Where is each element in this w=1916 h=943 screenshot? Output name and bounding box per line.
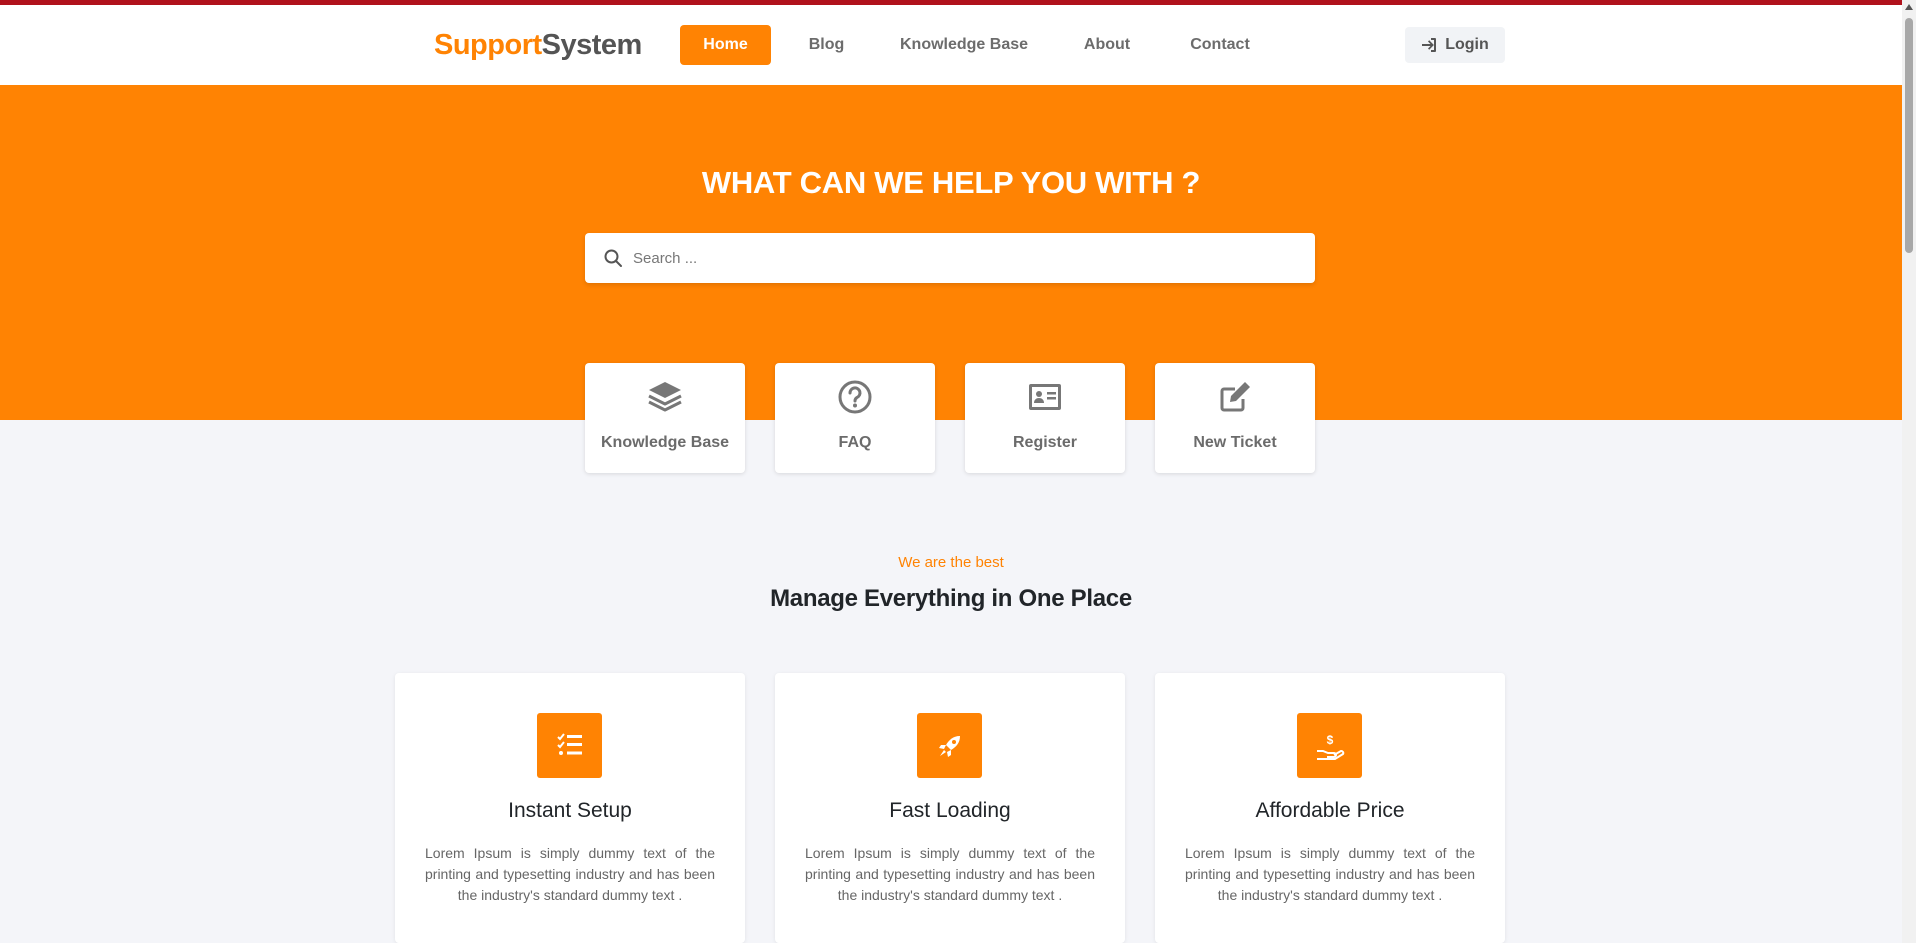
brand-logo-part1: Support: [434, 29, 542, 61]
svg-text:$: $: [1326, 733, 1333, 747]
nav-blog[interactable]: Blog: [800, 25, 853, 65]
feature-title: Instant Setup: [508, 799, 632, 822]
brand-logo[interactable]: SupportSystem: [434, 29, 642, 62]
feature-description: Lorem Ipsum is simply dummy text of the …: [805, 845, 1095, 903]
hero-section: WHAT CAN WE HELP YOU WITH ?: [0, 85, 1902, 420]
checklist-icon: [556, 732, 582, 755]
search-input[interactable]: [633, 233, 1293, 283]
feature-icon-box: $: [1297, 713, 1362, 778]
page-scrollbar[interactable]: [1902, 0, 1916, 943]
feature-title: Affordable Price: [1255, 799, 1405, 822]
quick-link-label: FAQ: [838, 434, 872, 451]
feature-icon-box: [917, 713, 982, 778]
nav-knowledge-base[interactable]: Knowledge Base: [898, 25, 1030, 65]
quick-link-label: Register: [1012, 434, 1078, 451]
feature-card-affordable-price: $ Affordable Price Lorem Ipsum is simply…: [1155, 673, 1505, 943]
search-box: [585, 233, 1315, 283]
nav-about[interactable]: About: [1078, 25, 1136, 65]
nav-contact[interactable]: Contact: [1186, 25, 1254, 65]
hero-title: WHAT CAN WE HELP YOU WITH ?: [701, 165, 1201, 200]
feature-card-instant-setup: Instant Setup Lorem Ipsum is simply dumm…: [395, 673, 745, 943]
section-title: Manage Everything in One Place: [770, 585, 1132, 612]
search-icon: [604, 249, 622, 267]
scrollbar-thumb[interactable]: [1905, 18, 1913, 253]
id-card-icon: [1029, 384, 1061, 410]
question-circle-icon: [838, 380, 872, 414]
feature-icon-box: [537, 713, 602, 778]
navbar: SupportSystem Home Blog Knowledge Base A…: [0, 5, 1902, 85]
feature-description: Lorem Ipsum is simply dummy text of the …: [1185, 845, 1475, 903]
nav-home[interactable]: Home: [680, 25, 771, 65]
quick-link-new-ticket[interactable]: New Ticket: [1155, 363, 1315, 473]
rocket-icon: [938, 735, 960, 757]
feature-title: Fast Loading: [889, 799, 1011, 822]
layers-icon: [648, 382, 682, 412]
quick-link-label: New Ticket: [1193, 434, 1277, 451]
quick-link-knowledge-base[interactable]: Knowledge Base: [585, 363, 745, 473]
edit-icon: [1220, 382, 1250, 412]
quick-link-faq[interactable]: FAQ: [775, 363, 935, 473]
quick-link-label: Knowledge Base: [600, 434, 730, 451]
hand-dollar-icon: $: [1316, 733, 1344, 760]
scroll-up-icon[interactable]: [1905, 4, 1913, 10]
sign-in-icon: [1422, 38, 1437, 52]
quick-link-register[interactable]: Register: [965, 363, 1125, 473]
login-button[interactable]: Login: [1405, 27, 1505, 63]
brand-logo-part2: System: [541, 29, 643, 61]
feature-description: Lorem Ipsum is simply dummy text of the …: [425, 845, 715, 903]
login-label: Login: [1445, 36, 1489, 53]
section-tagline: We are the best: [898, 554, 1004, 571]
feature-card-fast-loading: Fast Loading Lorem Ipsum is simply dummy…: [775, 673, 1125, 943]
